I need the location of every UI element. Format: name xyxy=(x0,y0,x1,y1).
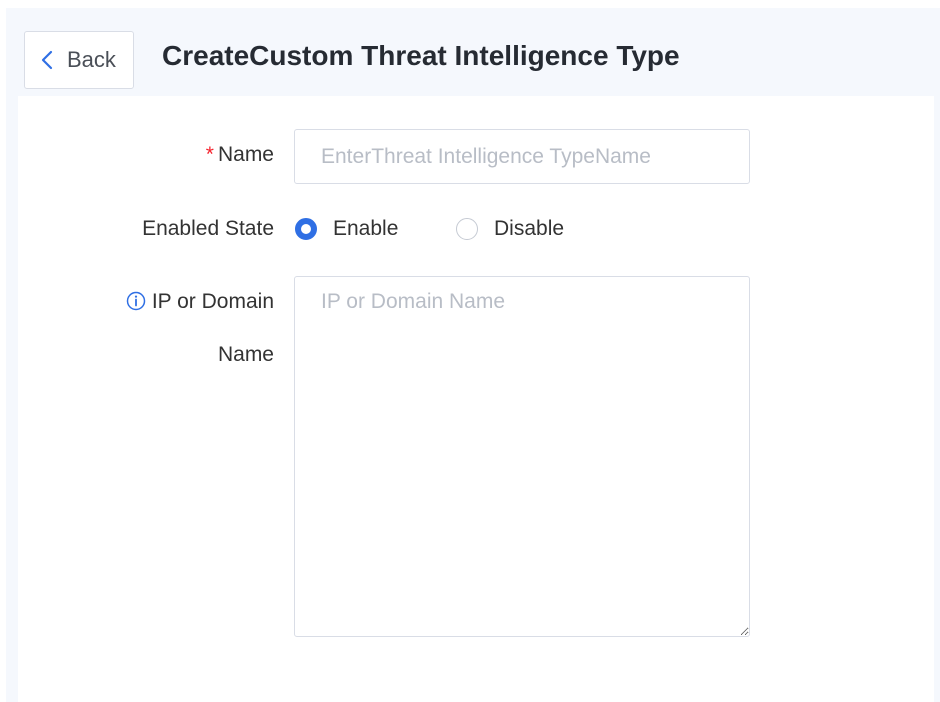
radio-selected-icon xyxy=(295,218,317,240)
radio-disable[interactable]: Disable xyxy=(456,215,564,243)
radio-enable[interactable]: Enable xyxy=(295,215,398,243)
required-mark: * xyxy=(205,143,214,166)
ip-domain-textarea[interactable] xyxy=(294,276,750,637)
enabled-state-label: Enabled State xyxy=(142,217,274,240)
back-button-label: Back xyxy=(67,47,116,72)
name-input[interactable] xyxy=(294,129,750,184)
ip-domain-label-line2: Name xyxy=(217,343,274,366)
radio-unselected-icon xyxy=(456,218,478,240)
back-button[interactable]: Back xyxy=(24,31,134,89)
ip-domain-label-line1: IP or Domain xyxy=(151,290,274,313)
radio-disable-label: Disable xyxy=(494,217,565,240)
ip-domain-label: IP or Domain xyxy=(126,290,274,317)
name-label: * Name xyxy=(206,143,274,167)
page-title: CreateCustom Threat Intelligence Type xyxy=(162,40,680,71)
name-label-text: Name xyxy=(217,143,274,166)
radio-enable-label: Enable xyxy=(333,217,399,240)
info-circle-icon[interactable] xyxy=(126,291,146,317)
chevron-left-icon xyxy=(41,50,55,70)
